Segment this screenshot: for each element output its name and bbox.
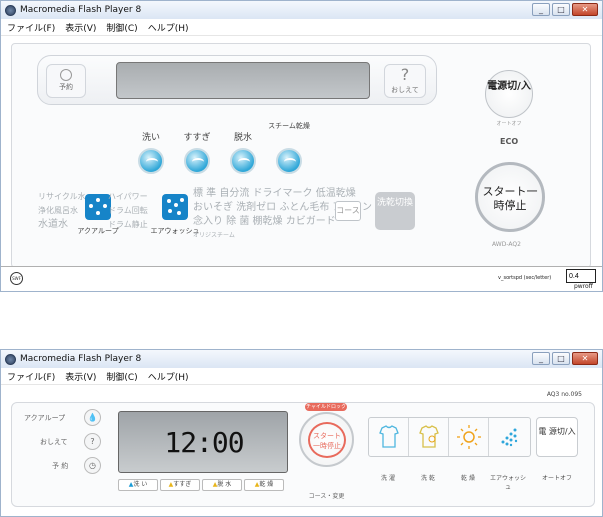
start-pause-button[interactable]: スタート一時停止 — [308, 422, 346, 458]
spin-cycle-button[interactable] — [230, 148, 256, 174]
air-dots-icon — [501, 428, 518, 447]
air-wash-feature-button[interactable] — [489, 418, 529, 456]
version-label: AQ3 no.095 — [546, 391, 582, 398]
mode-spin[interactable]: ▲脱 水 — [202, 479, 242, 491]
title-bar: Macromedia Flash Player 8 _ □ ✕ — [1, 350, 602, 368]
lcd-display: 12:00 — [118, 411, 288, 473]
mode-rinse[interactable]: ▲すすぎ — [160, 479, 200, 491]
steam-dry-label: スチーム乾燥 — [268, 122, 310, 130]
wash-label: 洗い — [141, 133, 160, 143]
power-button[interactable]: 電 源切/入 — [536, 417, 578, 457]
wash-cycle-button[interactable] — [138, 148, 164, 174]
wash-option-drum-rotate[interactable]: ドラム回転 — [108, 205, 148, 217]
lcd-display — [116, 62, 370, 99]
display-area: 予約 ? おしえて — [37, 55, 437, 105]
minimize-button[interactable]: _ — [532, 352, 550, 365]
speed-input[interactable] — [566, 269, 596, 283]
course-change-label: コース・変更 — [308, 493, 345, 500]
flash-app-icon — [5, 4, 16, 16]
model-number: AWD-AQ2 — [492, 241, 521, 248]
dry-feature-button[interactable] — [449, 418, 489, 456]
speed-unit: pwroff — [574, 283, 593, 290]
timer-button[interactable]: 予約 — [46, 64, 86, 98]
window-title: Macromedia Flash Player 8 — [20, 354, 142, 364]
drop-icon[interactable]: 💧 — [84, 409, 101, 426]
minimize-button[interactable]: _ — [532, 3, 550, 16]
flash-app-icon — [5, 353, 16, 365]
maximize-button[interactable]: □ — [552, 3, 570, 16]
menu-help[interactable]: ヘルプ(H) — [148, 370, 189, 383]
menu-bar: ファイル(F) 表示(V) 制御(C) ヘルプ(H) — [1, 368, 602, 385]
wash-feature-button[interactable] — [369, 418, 409, 456]
menu-control[interactable]: 制御(C) — [106, 21, 137, 34]
menu-file[interactable]: ファイル(F) — [7, 370, 55, 383]
air-wash-feature-label: エアウォッシュ — [489, 475, 526, 491]
steam-dry-cycle-button[interactable] — [276, 148, 302, 174]
question-icon: ? — [400, 65, 410, 84]
power-button[interactable]: 電源切/入 — [485, 70, 533, 118]
flash-player-window-2: Macromedia Flash Player 8 _ □ ✕ ファイル(F) … — [0, 349, 603, 517]
swf-icon[interactable]: SWF — [10, 272, 23, 285]
help-label: おしえて — [391, 86, 419, 94]
menu-view[interactable]: 表示(V) — [65, 370, 96, 383]
time-display: 12:00 — [164, 426, 244, 459]
rinse-cycle-button[interactable] — [184, 148, 210, 174]
status-bar: SWF v_sortspd (sec/letter) pwroff — [1, 266, 602, 290]
speed-label: v_sortspd (sec/letter) — [498, 275, 552, 281]
wash-dry-feature-button[interactable] — [409, 418, 449, 456]
eco-icon: ECO — [500, 137, 519, 146]
power-sub-label: オートオフ — [541, 475, 572, 482]
wash-dry-switch-button[interactable]: 洗乾切換 — [375, 192, 415, 230]
child-lock-badge: チャイルドロック — [305, 403, 347, 411]
wash-feature-label: 洗 濯 — [381, 475, 395, 482]
dry-feature-label: 乾 燥 — [461, 475, 475, 482]
help-label: おしえて — [40, 438, 68, 446]
maximize-button[interactable]: □ — [552, 352, 570, 365]
rinse-label: すすぎ — [183, 133, 211, 143]
spin-label: 脱水 — [233, 133, 252, 143]
help-button[interactable]: ? おしえて — [384, 64, 426, 98]
course-options-row-1[interactable]: 標 準 自分流 ドライマーク 低温乾燥 — [193, 188, 356, 200]
menu-control[interactable]: 制御(C) — [106, 370, 137, 383]
mode-dry[interactable]: ▲乾 燥 — [244, 479, 284, 491]
start-pause-button[interactable]: スタート一時停止 — [475, 162, 545, 232]
course-options-row-4[interactable]: オリジスチーム — [193, 230, 235, 242]
flash-player-window-1: Macromedia Flash Player 8 _ □ ✕ ファイル(F) … — [0, 0, 603, 292]
clock-icon[interactable]: ◷ — [84, 457, 101, 474]
window-title: Macromedia Flash Player 8 — [20, 5, 142, 15]
close-button[interactable]: ✕ — [572, 3, 598, 16]
sun-icon — [457, 425, 481, 449]
close-button[interactable]: ✕ — [572, 352, 598, 365]
feature-buttons — [368, 417, 531, 457]
menu-file[interactable]: ファイル(F) — [7, 21, 55, 34]
course-button[interactable]: コース — [335, 201, 361, 221]
mode-indicators: ▲洗 い ▲すすぎ ▲脱 水 ▲乾 燥 — [118, 479, 284, 491]
help-button[interactable]: ? — [84, 433, 101, 450]
shirt-icon — [379, 425, 399, 448]
course-options-row-3[interactable]: 念入り 除 菌 棚乾燥 カビガード — [193, 216, 336, 228]
aqua-loop-label: アクアループ — [24, 414, 66, 422]
water-option-bath[interactable]: 浄化風呂水 — [38, 205, 78, 217]
timer-label: 予 約 — [52, 462, 69, 470]
power-sub-label: オートオフ — [496, 121, 522, 127]
timer-label: 予約 — [59, 83, 73, 91]
air-wash-button[interactable] — [162, 194, 188, 220]
water-option-tap[interactable]: 水道水 — [38, 219, 68, 231]
washer-control-panel: 予約 ? おしえて 洗い すすぎ 脱水 スチーム乾燥 リサイクル水 浄化風呂水 … — [11, 43, 591, 268]
mode-wash[interactable]: ▲洗 い — [118, 479, 158, 491]
title-bar: Macromedia Flash Player 8 _ □ ✕ — [1, 1, 602, 19]
wash-dry-feature-label: 洗 乾 — [421, 475, 435, 482]
washer-control-panel-2: アクアループ 💧 おしえて ? 予 約 ◷ 12:00 ▲洗 い ▲すすぎ ▲脱… — [11, 402, 595, 507]
wash-option-drum-still[interactable]: ドラム静止 — [108, 219, 148, 231]
menu-view[interactable]: 表示(V) — [65, 21, 96, 34]
wash-option-high-power[interactable]: ハイパワー — [108, 191, 148, 203]
clock-icon — [60, 69, 72, 81]
water-option-recycle[interactable]: リサイクル水 — [38, 191, 86, 203]
menu-help[interactable]: ヘルプ(H) — [148, 21, 189, 34]
menu-bar: ファイル(F) 表示(V) 制御(C) ヘルプ(H) — [1, 19, 602, 36]
start-pause-dial[interactable]: スタート一時停止 — [299, 412, 354, 467]
shirt-sun-icon — [419, 425, 439, 448]
